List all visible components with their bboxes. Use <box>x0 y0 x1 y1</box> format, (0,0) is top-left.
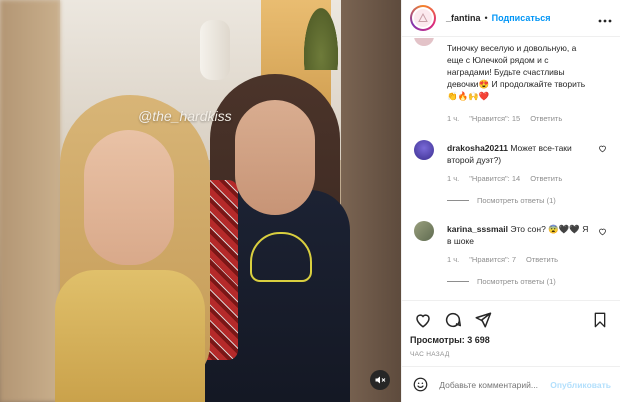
mute-button[interactable] <box>370 370 390 390</box>
view-replies-button[interactable]: Посмотреть ответы (1) <box>447 277 556 286</box>
add-comment-bar: Опубликовать <box>402 366 620 402</box>
like-comment-button[interactable] <box>598 227 607 239</box>
follow-button[interactable]: Подписаться <box>492 13 551 23</box>
post-video[interactable]: @the_hardkiss <box>0 0 401 402</box>
comment-icon <box>445 312 462 328</box>
comment-meta: 1 ч. "Нравится": 15 Ответить <box>447 114 562 123</box>
comment-avatar[interactable] <box>414 140 434 160</box>
comment-time: 1 ч. <box>447 114 460 123</box>
person-right-face <box>235 100 315 215</box>
share-button[interactable] <box>470 309 496 331</box>
view-replies-label: Посмотреть ответы (1) <box>477 277 556 286</box>
author-username[interactable]: _fantina <box>446 13 481 23</box>
replies-divider <box>447 200 469 201</box>
speaker-muted-icon <box>375 376 386 384</box>
more-options-button[interactable] <box>598 11 612 26</box>
video-watermark: @the_hardkiss <box>138 108 232 124</box>
post-actions: Просмотры: 3 698 ЧАС НАЗАД <box>402 300 620 358</box>
person-left-body <box>55 270 205 402</box>
comment-time: 1 ч. <box>447 255 460 264</box>
comment-likes[interactable]: "Нравится": 14 <box>469 174 520 183</box>
tshirt-print <box>250 232 312 282</box>
heart-icon <box>416 314 430 328</box>
comment-meta: 1 ч. "Нравится": 14 Ответить <box>447 174 562 183</box>
comment-avatar[interactable] <box>414 221 434 241</box>
post-side-panel: _fantina • Подписаться Тиночку веселую и… <box>401 0 620 402</box>
comment-button[interactable] <box>440 309 466 331</box>
comment-meta: 1 ч. "Нравится": 7 Ответить <box>447 255 558 264</box>
heart-icon <box>599 145 606 153</box>
smiley-icon <box>413 377 428 392</box>
author-avatar[interactable] <box>410 5 436 31</box>
blurred-left-edge <box>0 0 60 402</box>
blurred-right-edge <box>341 0 401 402</box>
comment-username[interactable]: karina_sssmail <box>447 224 508 234</box>
comment-avatar[interactable] <box>414 38 434 46</box>
send-icon <box>475 312 492 328</box>
comment-reply-button[interactable]: Ответить <box>530 114 562 123</box>
emoji-button[interactable] <box>412 376 429 394</box>
like-comment-button[interactable] <box>598 144 607 156</box>
person-left-face <box>84 130 174 265</box>
bookmark-icon <box>594 312 606 328</box>
comment-text: Тиночку веселую и довольную, а еще с Юле… <box>447 43 586 101</box>
comment-body: karina_sssmail Это сон? 😨🖤🖤 Я в шоке <box>447 223 595 247</box>
view-replies-label: Посмотреть ответы (1) <box>477 196 556 205</box>
heart-icon <box>599 228 606 236</box>
comment-body: drakosha20211 Может все-таки второй дуэт… <box>447 142 595 166</box>
post-header: _fantina • Подписаться <box>402 0 620 37</box>
more-horizontal-icon <box>598 19 612 22</box>
add-comment-input[interactable] <box>439 379 551 390</box>
comment-time: 1 ч. <box>447 174 460 183</box>
comment-reply-button[interactable]: Ответить <box>530 174 562 183</box>
save-button[interactable] <box>587 309 613 331</box>
replies-divider <box>447 281 469 282</box>
comment-likes[interactable]: "Нравится": 7 <box>469 255 516 264</box>
view-replies-button[interactable]: Посмотреть ответы (1) <box>447 196 556 205</box>
comment-username[interactable]: drakosha20211 <box>447 143 508 153</box>
background-vase <box>200 20 230 80</box>
header-separator: • <box>484 13 488 23</box>
comment-likes[interactable]: "Нравится": 15 <box>469 114 520 123</box>
post-time: ЧАС НАЗАД <box>410 351 450 358</box>
logo-icon <box>418 12 428 22</box>
publish-button[interactable]: Опубликовать <box>550 380 611 390</box>
comments-list[interactable]: Тиночку веселую и довольную, а еще с Юле… <box>402 38 620 298</box>
views-count[interactable]: Просмотры: 3 698 <box>410 335 613 345</box>
like-button[interactable] <box>410 309 436 331</box>
comment-reply-button[interactable]: Ответить <box>526 255 558 264</box>
background-plant <box>301 0 341 70</box>
